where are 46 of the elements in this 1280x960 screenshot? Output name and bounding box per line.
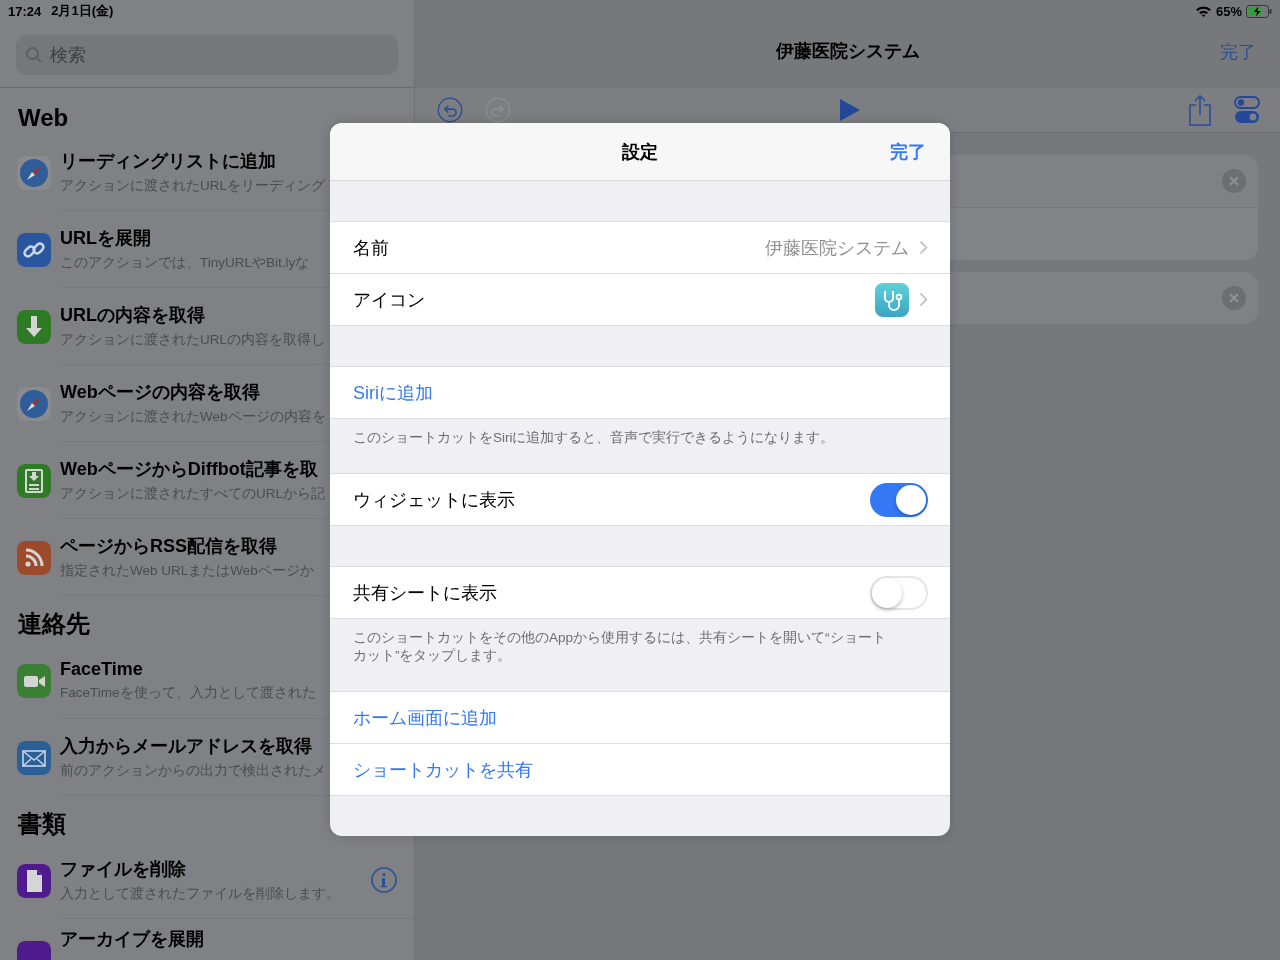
search-icon: [25, 46, 43, 64]
chevron-icon: [919, 292, 928, 307]
action-title[interactable]: ページからRSS配信を取得: [60, 534, 277, 558]
action-title[interactable]: ファイルを削除: [60, 857, 186, 881]
document-icon: [17, 863, 51, 898]
status-date: 2月1日(金): [51, 2, 114, 20]
compass-icon: [17, 155, 51, 190]
sheet-title: 設定: [622, 140, 658, 164]
section-header: 書類: [17, 809, 67, 839]
search-field[interactable]: 検索: [16, 35, 398, 75]
rss-feed-icon: [17, 540, 51, 575]
undo-icon[interactable]: [437, 97, 463, 123]
action-title[interactable]: アーカイブを展開: [60, 927, 204, 951]
done-button[interactable]: 完了: [890, 140, 926, 164]
wifi-icon: [1194, 5, 1212, 17]
action-title[interactable]: URLを展開: [60, 226, 151, 250]
stethoscope-icon[interactable]: [875, 282, 909, 317]
toggle-switch[interactable]: [870, 482, 928, 517]
close-icon[interactable]: [1222, 169, 1246, 193]
toggle-switch[interactable]: [870, 575, 928, 610]
section-header: 連絡先: [17, 609, 91, 639]
action-title[interactable]: WebページからDiffbot記事を取: [60, 457, 318, 481]
battery-percentage: 65%: [1215, 3, 1242, 19]
video-camera-icon: [17, 663, 51, 698]
envelope-icon: [17, 740, 51, 775]
action-title[interactable]: Webページの内容を取得: [60, 380, 260, 404]
section-header: Web: [17, 103, 70, 133]
close-icon[interactable]: [1222, 286, 1246, 310]
action-title[interactable]: 入力からメールアドレスを取得: [60, 734, 312, 758]
info-icon[interactable]: [371, 867, 397, 893]
clock-time: 17:24: [8, 3, 42, 19]
action-title[interactable]: リーディングリストに追加: [60, 149, 276, 173]
action-title[interactable]: FaceTime: [60, 658, 143, 680]
play-icon[interactable]: [838, 98, 861, 122]
link-icon: [17, 232, 51, 267]
toggles-icon[interactable]: [1234, 96, 1260, 124]
shortcut-title: 伊藤医院システム: [775, 40, 920, 63]
battery-charging-icon: [1246, 4, 1272, 18]
compass-icon: [17, 386, 51, 421]
row-value: 伊藤医院システム: [765, 236, 909, 260]
share-icon[interactable]: [1188, 94, 1212, 126]
action-title[interactable]: URLの内容を取得: [60, 303, 205, 327]
redo-icon[interactable]: [485, 97, 511, 123]
chevron-icon: [919, 240, 928, 255]
action-row[interactable]: アーカイブを展開: [60, 919, 414, 960]
document-download-icon: [17, 463, 51, 498]
